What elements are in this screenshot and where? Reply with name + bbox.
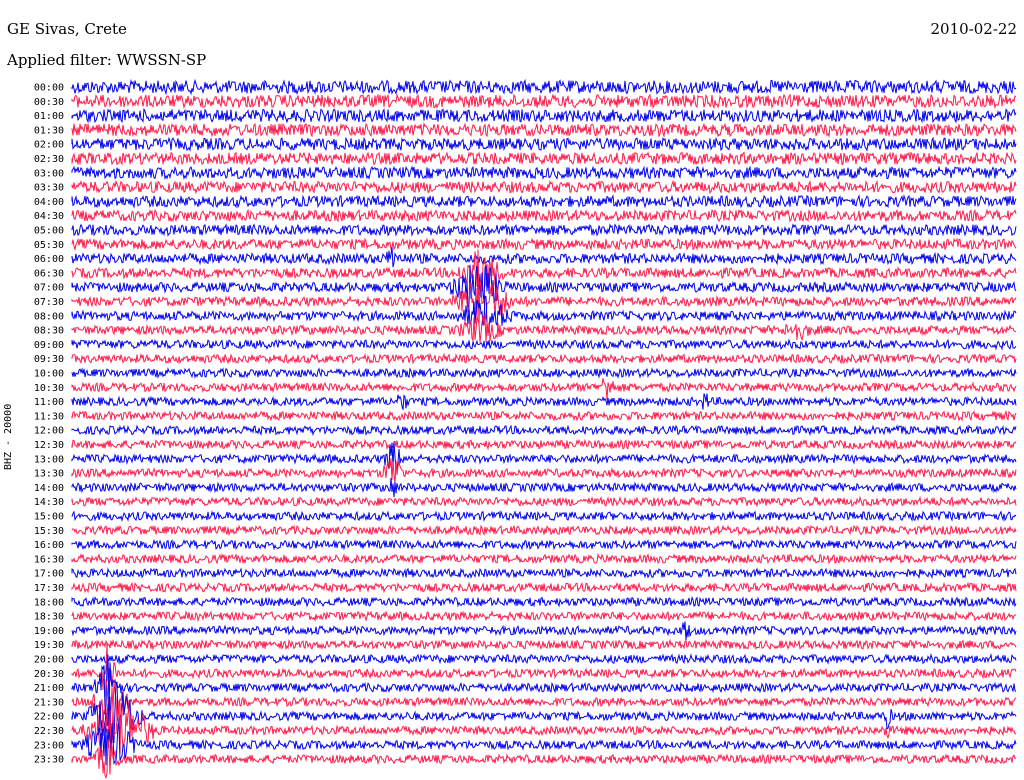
time-tick-label: 01:30	[34, 125, 64, 136]
trace-row-1400	[71, 477, 1017, 498]
trace-row-0900	[71, 338, 1017, 351]
time-tick-label: 05:00	[34, 226, 64, 237]
time-tick-label: 00:30	[34, 97, 64, 108]
trace-row-0300	[71, 165, 1017, 181]
time-tick-label: 07:00	[34, 283, 64, 294]
trace-row-1930	[71, 638, 1017, 651]
trace-row-0400	[71, 193, 1017, 209]
time-tick-label: 04:30	[34, 211, 64, 222]
time-tick-label: 13:00	[34, 454, 64, 465]
trace-row-0530	[71, 237, 1017, 252]
filter-label: Applied filter:	[7, 51, 112, 69]
time-tick-label: 10:00	[34, 369, 64, 380]
time-tick-label: 03:00	[34, 168, 64, 179]
time-tick-label: 08:00	[34, 311, 64, 322]
trace-row-0830	[71, 315, 1017, 343]
time-tick-label: 22:30	[34, 726, 64, 737]
time-tick-label: 16:30	[34, 554, 64, 565]
time-tick-label: 21:30	[34, 697, 64, 708]
time-tick-label: 17:30	[34, 583, 64, 594]
time-tick-label: 06:00	[34, 254, 64, 265]
time-tick-label: 01:00	[34, 111, 64, 122]
filter-line: Applied filter: WWSSN-SP	[7, 51, 206, 69]
time-tick-label: 13:30	[34, 469, 64, 480]
time-tick-label: 10:30	[34, 383, 64, 394]
time-tick-label: 02:30	[34, 154, 64, 165]
time-tick-label: 14:30	[34, 497, 64, 508]
trace-row-1830	[71, 610, 1017, 623]
trace-row-2100	[71, 654, 1017, 715]
trace-row-1000	[71, 366, 1017, 379]
date-label: 2010-02-22	[930, 20, 1017, 38]
trace-row-0230	[71, 151, 1017, 166]
time-tick-label: 12:00	[34, 426, 64, 437]
time-tick-label: 03:30	[34, 183, 64, 194]
time-tick-label: 16:00	[34, 540, 64, 551]
trace-row-1100	[71, 393, 1017, 410]
trace-row-1700	[71, 567, 1017, 580]
trace-row-0430	[71, 208, 1017, 223]
time-tick-label: 23:00	[34, 740, 64, 751]
time-tick-label: 11:00	[34, 397, 64, 408]
trace-row-0200	[71, 136, 1017, 153]
time-tick-label: 23:30	[34, 755, 64, 766]
trace-row-1130	[71, 409, 1017, 422]
time-tick-label: 15:30	[34, 526, 64, 537]
time-tick-label: 09:00	[34, 340, 64, 351]
time-tick-label: 20:30	[34, 669, 64, 680]
trace-row-1500	[71, 509, 1017, 523]
trace-row-1630	[71, 552, 1017, 565]
trace-row-1330	[71, 458, 1017, 484]
time-tick-label: 14:00	[34, 483, 64, 494]
time-tick-label: 19:00	[34, 626, 64, 637]
time-tick-label: 05:30	[34, 240, 64, 251]
time-tick-label: 08:30	[34, 326, 64, 337]
time-tick-label: 09:30	[34, 354, 64, 365]
helicorder-plot: 00:00 00:30 01:00 01:30 02:00 02:30 03:00 03:30…	[34, 78, 1017, 780]
time-tick-label: 22:00	[34, 712, 64, 723]
time-tick-label: 15:00	[34, 512, 64, 523]
trace-row-0600	[71, 246, 1017, 268]
trace-row-0930	[71, 352, 1017, 365]
trace-row-2030	[71, 642, 1017, 691]
trace-row-1230	[71, 438, 1017, 451]
trace-row-0100	[71, 107, 1017, 124]
time-tick-label: 04:00	[34, 197, 64, 208]
trace-row-0000	[71, 78, 1017, 96]
trace-row-1200	[71, 424, 1017, 437]
time-tick-label: 02:00	[34, 140, 64, 151]
trace-row-0130	[71, 121, 1017, 138]
trace-row-1900	[71, 621, 1017, 641]
trace-row-1730	[71, 581, 1017, 594]
time-tick-label: 19:30	[34, 640, 64, 651]
trace-row-1600	[71, 538, 1017, 551]
trace-row-2000	[71, 653, 1017, 665]
time-tick-label: 21:00	[34, 683, 64, 694]
trace-row-1030	[71, 378, 1017, 400]
trace-row-1530	[71, 524, 1017, 537]
filter-value: WWSSN-SP	[116, 51, 207, 69]
trace-row-1300	[71, 442, 1017, 471]
time-tick-label: 17:00	[34, 569, 64, 580]
time-tick-label: 18:30	[34, 612, 64, 623]
time-tick-label: 06:30	[34, 268, 64, 279]
trace-row-0330	[71, 179, 1017, 195]
time-tick-labels: 00:00 00:30 01:00 01:30 02:00 02:30 03:00 03:30…	[34, 83, 64, 766]
time-tick-label: 18:00	[34, 597, 64, 608]
trace-row-0500	[71, 223, 1017, 237]
time-tick-label: 11:30	[34, 411, 64, 422]
time-tick-label: 07:30	[34, 297, 64, 308]
channel-axis-label: BHZ - 20000	[3, 403, 14, 470]
time-tick-label: 20:00	[34, 655, 64, 666]
trace-row-1430	[71, 495, 1017, 508]
time-tick-label: 00:00	[34, 83, 64, 94]
time-tick-label: 12:30	[34, 440, 64, 451]
trace-lines	[71, 78, 1017, 780]
trace-row-1800	[71, 595, 1017, 608]
station-title: GE Sivas, Crete	[7, 20, 127, 38]
trace-row-0030	[71, 93, 1017, 110]
